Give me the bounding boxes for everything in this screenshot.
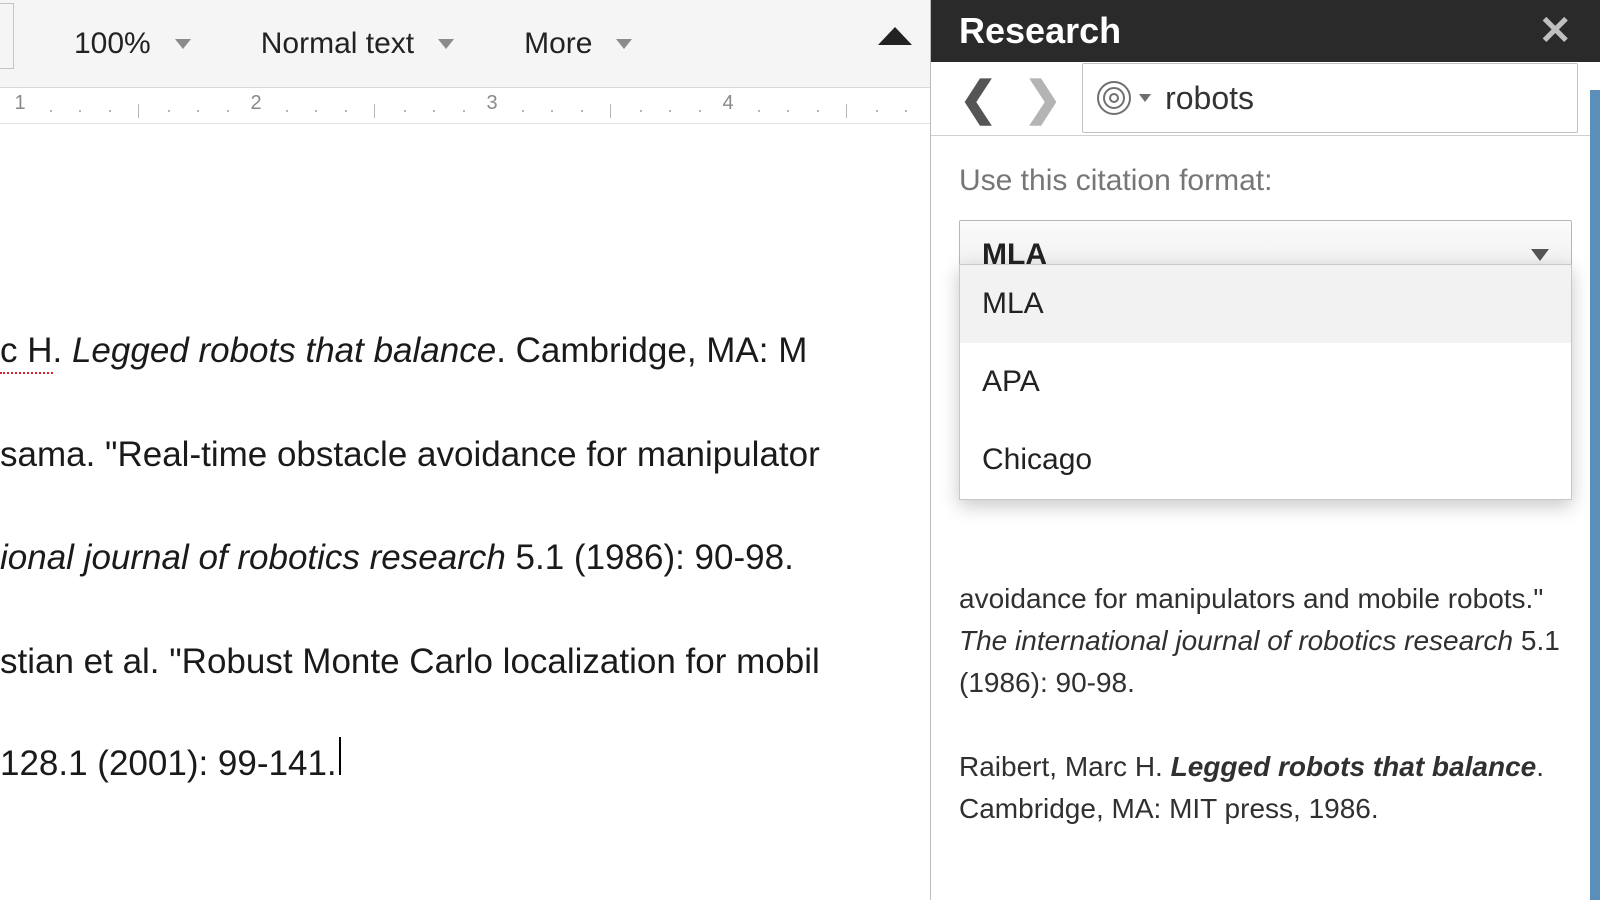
ruler-tick — [79, 110, 81, 112]
ruler-tick — [758, 110, 760, 112]
text-run: 128.1 (2001): 99-141. — [0, 744, 337, 783]
research-nav: ❮ ❯ robots — [931, 62, 1600, 136]
ruler-tick — [640, 110, 642, 112]
text-run: Legged robots that balance — [72, 331, 496, 370]
research-results: avoidance for manipulators and mobile ro… — [931, 550, 1600, 900]
chevron-down-icon — [1531, 249, 1549, 261]
more-dropdown[interactable]: More — [524, 27, 632, 61]
doc-line[interactable]: stian et al. "Robust Monte Carlo localiz… — [0, 635, 930, 689]
text-run: c H — [0, 331, 53, 374]
home-icon[interactable] — [878, 29, 912, 59]
text-run: Raibert, Marc H. — [959, 751, 1171, 782]
text-run: stian et al. "Robust Monte Carlo localiz… — [0, 642, 820, 681]
ruler-tick — [227, 110, 229, 112]
ruler-tick — [463, 110, 465, 112]
ruler-tick — [404, 110, 406, 112]
search-type-dropdown-icon[interactable] — [1139, 94, 1151, 102]
text-run: Legged robots that balance — [1171, 751, 1537, 782]
scholar-icon — [1097, 81, 1131, 115]
text-run: ional journal of robotics research — [0, 538, 506, 577]
ruler-tick — [197, 110, 199, 112]
doc-line[interactable]: ional journal of robotics research 5.1 (… — [0, 531, 930, 585]
result-item[interactable]: avoidance for manipulators and mobile ro… — [959, 578, 1572, 704]
paragraph-style-value: Normal text — [261, 27, 414, 61]
zoom-value: 100% — [74, 27, 151, 61]
text-run: . — [53, 331, 72, 370]
doc-line[interactable]: c H. Legged robots that balance. Cambrid… — [0, 324, 930, 378]
paragraph-style-dropdown[interactable]: Normal text — [261, 27, 454, 61]
text-run: sama. "Real-time obstacle avoidance for … — [0, 435, 820, 474]
doc-line[interactable]: sama. "Real-time obstacle avoidance for … — [0, 428, 930, 482]
chevron-down-icon — [616, 39, 632, 49]
research-search-input[interactable]: robots — [1082, 63, 1578, 133]
citation-option-mla[interactable]: MLA — [960, 265, 1571, 343]
research-title: Research — [959, 10, 1121, 52]
ruler-tick — [581, 110, 583, 112]
text-cursor — [339, 737, 341, 775]
ruler-tick — [551, 110, 553, 112]
ruler-tick — [433, 110, 435, 112]
text-run: The international journal of robotics re… — [959, 625, 1513, 656]
ruler-number: 4 — [722, 92, 733, 115]
doc-line[interactable]: 128.1 (2001): 99-141. — [0, 737, 930, 791]
research-sidebar: Research ✕ ❮ ❯ robots Use this citation … — [930, 0, 1600, 900]
ruler-tick — [699, 110, 701, 112]
formatting-toolbar: 100% Normal text More — [0, 0, 930, 88]
more-label: More — [524, 27, 592, 61]
ruler-tick — [345, 110, 347, 112]
ruler-tick — [168, 110, 170, 112]
zoom-dropdown[interactable]: 100% — [74, 27, 191, 61]
close-icon[interactable]: ✕ — [1538, 11, 1572, 51]
ruler-tick — [315, 110, 317, 112]
ruler-tick — [669, 110, 671, 112]
ruler-tick — [876, 110, 878, 112]
text-run: 5.1 (1986): 90-98. — [506, 538, 794, 577]
ruler-tick — [522, 110, 524, 112]
citation-format-menu: MLAAPAChicago — [959, 264, 1572, 500]
result-item[interactable]: Raibert, Marc H. Legged robots that bala… — [959, 746, 1572, 830]
citation-option-apa[interactable]: APA — [960, 343, 1571, 421]
ruler-tick — [374, 104, 375, 118]
ruler-tick — [286, 110, 288, 112]
ruler-tick — [846, 104, 847, 118]
text-run: . Cambridge, MA: M — [496, 331, 807, 370]
ruler-tick — [905, 110, 907, 112]
chevron-down-icon — [175, 39, 191, 49]
ruler-tick — [610, 104, 611, 118]
forward-button[interactable]: ❯ — [1018, 71, 1069, 125]
ruler-number: 1 — [14, 92, 25, 115]
text-run: avoidance for manipulators and mobile ro… — [959, 583, 1543, 614]
back-button[interactable]: ❮ — [953, 71, 1004, 125]
ruler-number: 2 — [250, 92, 261, 115]
ruler-tick — [817, 110, 819, 112]
ruler-tick — [50, 110, 52, 112]
research-header: Research ✕ — [931, 0, 1600, 62]
search-query: robots — [1165, 80, 1254, 117]
ruler-tick — [138, 104, 139, 118]
ruler-number: 3 — [486, 92, 497, 115]
ruler-tick — [787, 110, 789, 112]
chevron-down-icon — [438, 39, 454, 49]
toolbar-edge-button[interactable] — [0, 3, 14, 69]
citation-option-chicago[interactable]: Chicago — [960, 421, 1571, 499]
document-page[interactable]: c H. Legged robots that balance. Cambrid… — [0, 124, 930, 900]
ruler-tick — [109, 110, 111, 112]
horizontal-ruler[interactable]: 1 2 3 4 — [0, 88, 930, 124]
citation-format-label: Use this citation format: — [959, 164, 1572, 198]
